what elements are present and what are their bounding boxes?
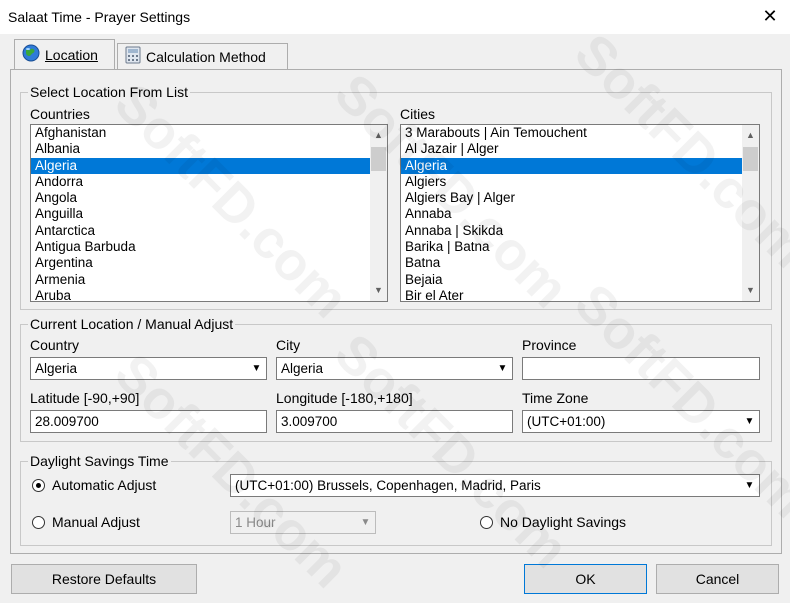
- calculator-icon: [125, 46, 141, 67]
- window-title: Salaat Time - Prayer Settings: [8, 9, 191, 25]
- manual-adjust-radio[interactable]: [32, 516, 45, 529]
- province-label: Province: [522, 337, 577, 353]
- countries-list-item[interactable]: Andorra: [31, 174, 387, 190]
- no-daylight-radio[interactable]: [480, 516, 493, 529]
- cities-list-item[interactable]: Bir el Ater: [401, 288, 759, 301]
- chevron-down-icon[interactable]: ▼: [494, 359, 511, 378]
- scroll-thumb[interactable]: [371, 147, 386, 171]
- cities-list-item[interactable]: 3 Marabouts | Ain Temouchent: [401, 125, 759, 141]
- scroll-thumb[interactable]: [743, 147, 758, 171]
- cities-list-item[interactable]: Batna: [401, 255, 759, 271]
- cities-listbox[interactable]: 3 Marabouts | Ain Temouchent Al Jazair | …: [400, 124, 760, 302]
- cities-list-item[interactable]: Al Jazair | Alger: [401, 141, 759, 157]
- ok-button[interactable]: OK: [524, 564, 647, 594]
- daylight-legend: Daylight Savings Time: [28, 453, 171, 469]
- no-daylight-label[interactable]: No Daylight Savings: [500, 514, 626, 530]
- countries-list-item[interactable]: Afghanistan: [31, 125, 387, 141]
- cities-list-item[interactable]: Barika | Batna: [401, 239, 759, 255]
- automatic-zone-value: (UTC+01:00) Brussels, Copenhagen, Madrid…: [235, 478, 541, 493]
- automatic-adjust-radio[interactable]: [32, 479, 45, 492]
- timezone-value: (UTC+01:00): [527, 414, 606, 429]
- scroll-down-icon[interactable]: ▼: [742, 282, 759, 299]
- country-combobox[interactable]: Algeria ▼: [30, 357, 267, 380]
- city-value: Algeria: [281, 361, 324, 376]
- manual-hours-value: 1 Hour: [235, 515, 276, 530]
- province-input[interactable]: [523, 358, 759, 379]
- chevron-down-icon: ▼: [360, 517, 371, 528]
- countries-scrollbar[interactable]: ▲ ▼: [370, 125, 387, 301]
- longitude-field[interactable]: [276, 410, 513, 433]
- countries-list-item[interactable]: Antigua Barbuda: [31, 239, 387, 255]
- country-label: Country: [30, 337, 80, 353]
- countries-list-item[interactable]: Angola: [31, 190, 387, 206]
- city-label: City: [276, 337, 301, 353]
- latitude-label: Latitude [-90,+90]: [30, 390, 140, 406]
- countries-list-item[interactable]: Argentina: [31, 255, 387, 271]
- restore-defaults-button[interactable]: Restore Defaults: [11, 564, 197, 594]
- latitude-input[interactable]: [31, 411, 266, 432]
- cities-scrollbar[interactable]: ▲ ▼: [742, 125, 759, 301]
- cities-list-item[interactable]: Algiers: [401, 174, 759, 190]
- tab-location-label: Location: [45, 46, 98, 63]
- country-value: Algeria: [35, 361, 78, 376]
- manual-hours-combobox: 1 Hour ▼: [230, 511, 376, 534]
- tab-calculation-label: Calculation Method: [146, 48, 266, 65]
- scroll-up-icon[interactable]: ▲: [370, 127, 387, 144]
- close-icon[interactable]: ✕: [758, 4, 782, 28]
- countries-list-item[interactable]: Armenia: [31, 272, 387, 288]
- cancel-button[interactable]: Cancel: [656, 564, 779, 594]
- cities-label: Cities: [400, 106, 436, 122]
- countries-label: Countries: [30, 106, 90, 122]
- countries-list-item[interactable]: Albania: [31, 141, 387, 157]
- cities-list-item[interactable]: Bejaia: [401, 272, 759, 288]
- longitude-label: Longitude [-180,+180]: [276, 390, 413, 406]
- current-location-legend: Current Location / Manual Adjust: [28, 316, 236, 332]
- countries-list-item[interactable]: Anguilla: [31, 206, 387, 222]
- countries-list-item[interactable]: Algeria: [31, 157, 387, 174]
- chevron-down-icon[interactable]: ▼: [741, 412, 758, 431]
- cities-list-item[interactable]: Algiers Bay | Alger: [401, 190, 759, 206]
- tab-location[interactable]: Location: [14, 39, 115, 69]
- automatic-adjust-label[interactable]: Automatic Adjust: [52, 477, 156, 493]
- cities-list-item[interactable]: Annaba: [401, 206, 759, 222]
- tab-calculation-method[interactable]: Calculation Method: [117, 43, 288, 69]
- province-field[interactable]: [522, 357, 760, 380]
- select-location-legend: Select Location From List: [28, 84, 190, 100]
- scroll-down-icon[interactable]: ▼: [370, 282, 387, 299]
- cities-list-item[interactable]: Algeria: [401, 157, 759, 174]
- globe-icon: [22, 44, 40, 65]
- cities-list-item[interactable]: Annaba | Skikda: [401, 223, 759, 239]
- timezone-combobox[interactable]: (UTC+01:00) ▼: [522, 410, 760, 433]
- timezone-label: Time Zone: [522, 390, 589, 406]
- chevron-down-icon[interactable]: ▼: [741, 476, 758, 495]
- latitude-field[interactable]: [30, 410, 267, 433]
- chevron-down-icon[interactable]: ▼: [248, 359, 265, 378]
- automatic-zone-combobox[interactable]: (UTC+01:00) Brussels, Copenhagen, Madrid…: [230, 474, 760, 497]
- scroll-up-icon[interactable]: ▲: [742, 127, 759, 144]
- city-combobox[interactable]: Algeria ▼: [276, 357, 513, 380]
- manual-adjust-label[interactable]: Manual Adjust: [52, 514, 140, 530]
- longitude-input[interactable]: [277, 411, 512, 432]
- countries-listbox[interactable]: Afghanistan Albania Algeria Andorra Angola An…: [30, 124, 388, 302]
- countries-list-item[interactable]: Aruba: [31, 288, 387, 301]
- countries-list-item[interactable]: Antarctica: [31, 223, 387, 239]
